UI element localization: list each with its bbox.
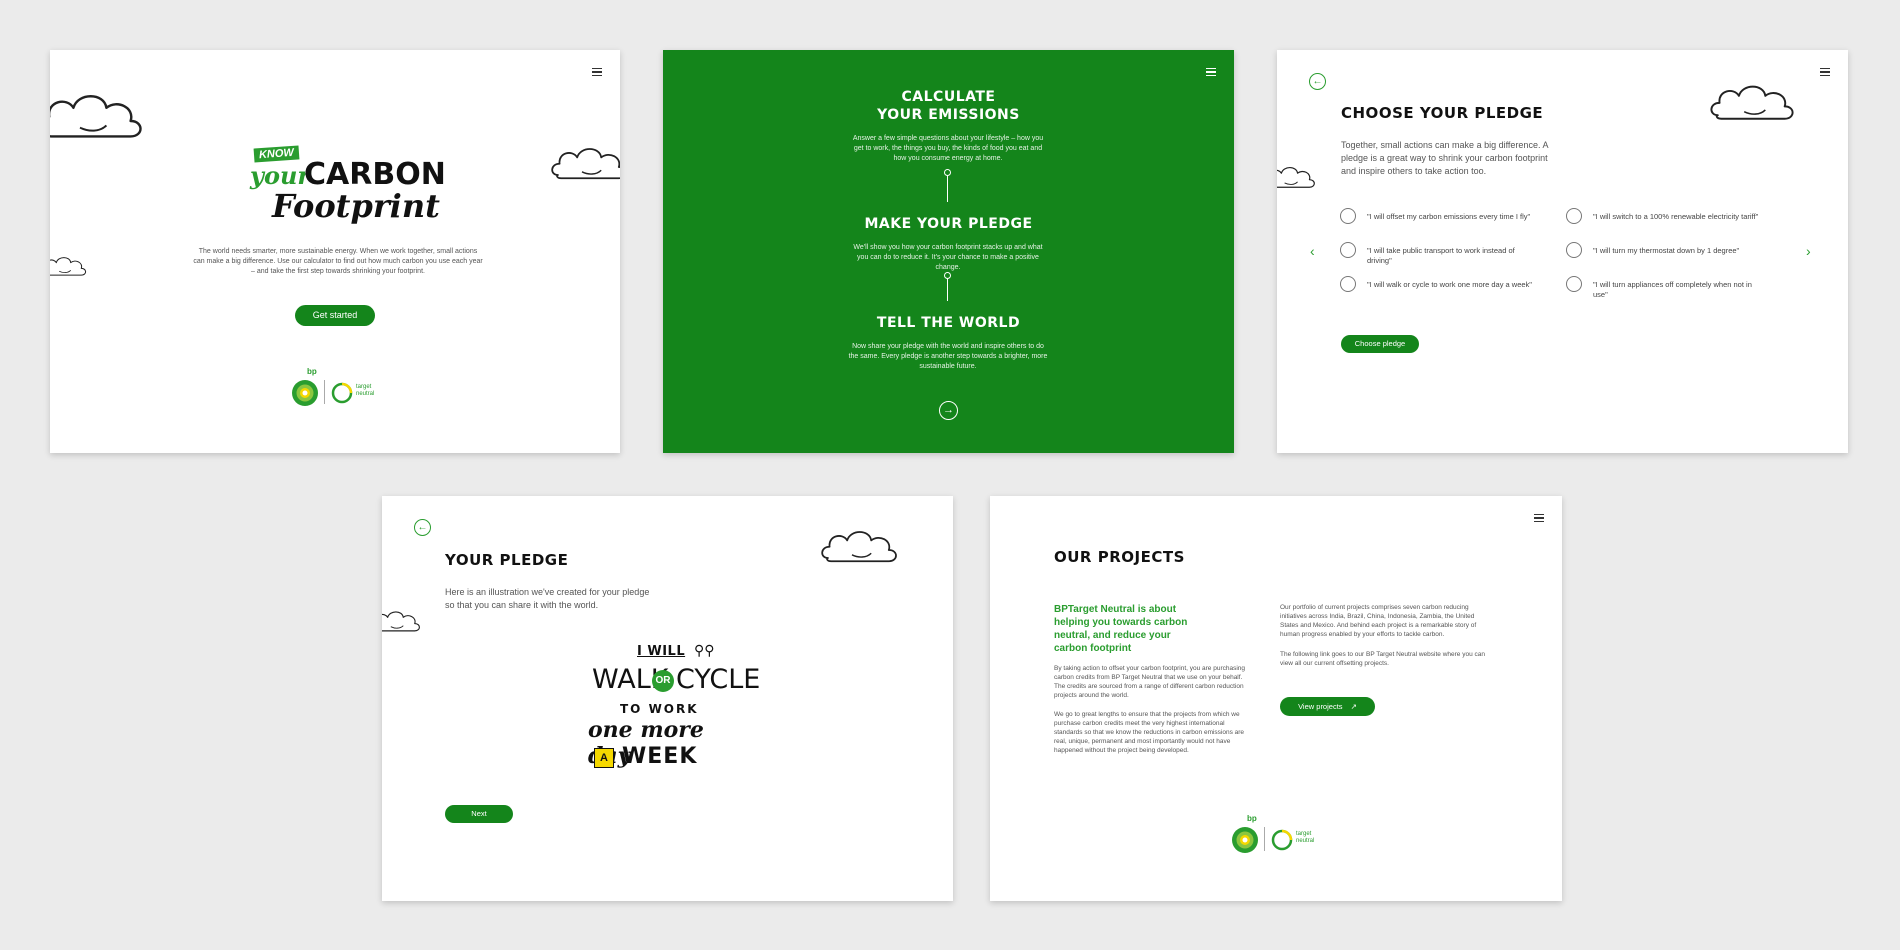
view-projects-button[interactable]: View projects ↗ xyxy=(1280,697,1375,716)
step-connector-dot xyxy=(944,169,951,176)
brand-logos: bp target neutral xyxy=(290,367,390,412)
chevron-right-icon[interactable]: › xyxy=(1806,243,1811,259)
radio-button[interactable] xyxy=(1566,208,1582,224)
radio-button[interactable] xyxy=(1566,242,1582,258)
cloud-icon xyxy=(1710,85,1794,120)
projects-para-3: Our portfolio of current projects compri… xyxy=(1280,604,1477,638)
radio-button[interactable] xyxy=(1340,208,1356,224)
cloud-icon xyxy=(382,611,420,632)
step-calculate-text: Answer a few simple questions about your… xyxy=(852,135,1044,162)
pledge-option-label: "I will offset my carbon emissions every… xyxy=(1367,212,1531,221)
pledge-option[interactable]: "I will walk or cycle to work one more d… xyxy=(1340,276,1540,292)
step-tell-title: TELL THE WORLD xyxy=(876,315,1021,331)
target-neutral-text-2: neutral xyxy=(356,391,375,397)
art-cycle: CYCLE xyxy=(676,664,761,695)
step-connector xyxy=(947,172,948,202)
cloud-icon xyxy=(50,95,142,138)
target-neutral-logo xyxy=(331,382,353,404)
menu-icon[interactable] xyxy=(1534,512,1544,524)
art-line-1: I WILL xyxy=(637,644,686,659)
cloud-icon xyxy=(551,148,620,180)
brand-logos: bp target neutral xyxy=(1230,814,1330,859)
logo-your: your xyxy=(250,161,311,190)
pledge-option-label: "I will take public transport to work in… xyxy=(1367,246,1515,265)
menu-icon[interactable] xyxy=(1206,66,1216,78)
pledge-option-label: "I will turn appliances off completely w… xyxy=(1593,280,1752,299)
cloud-icon xyxy=(50,257,87,276)
bicycle-icon: ⚲⚲ xyxy=(694,642,715,658)
menu-icon[interactable] xyxy=(1820,66,1830,78)
back-arrow-icon[interactable]: ← xyxy=(414,519,431,536)
art-week: WEEK xyxy=(622,744,698,769)
pledge-option-label: "I will switch to a 100% renewable elect… xyxy=(1593,212,1759,221)
logo-divider xyxy=(1264,827,1265,851)
cloud-icon xyxy=(821,531,897,563)
pledge-illustration: I WILL ⚲⚲ WALK OR CYCLE TO WORK one more… xyxy=(582,642,760,774)
bp-wordmark: bp xyxy=(307,367,317,376)
logo-footprint: Footprint xyxy=(272,187,440,225)
get-started-button[interactable]: Get started xyxy=(295,305,375,326)
projects-para-4: The following link goes to our BP Target… xyxy=(1280,651,1485,667)
target-neutral-text-1: target xyxy=(356,384,372,390)
back-arrow-icon[interactable]: ← xyxy=(1309,73,1326,90)
screen-how-it-works: CALCULATE YOUR EMISSIONS Answer a few si… xyxy=(663,50,1234,453)
target-neutral-text-1: target xyxy=(1296,831,1312,837)
art-a: A xyxy=(594,748,614,768)
pledge-option[interactable]: "I will switch to a 100% renewable elect… xyxy=(1566,208,1786,224)
bp-wordmark: bp xyxy=(1247,814,1257,823)
cloud-icon xyxy=(1277,166,1315,188)
step-pledge-text: We'll show you how your carbon footprint… xyxy=(853,244,1043,271)
step-calculate-title: CALCULATE YOUR EMISSIONS xyxy=(663,88,1234,124)
next-button[interactable]: Next xyxy=(445,805,513,823)
projects-lead: BPTarget Neutral is about helping you to… xyxy=(1054,604,1188,654)
screen-your-pledge: ← YOUR PLEDGE Here is an illustration we… xyxy=(382,496,953,901)
art-line-3: TO WORK xyxy=(620,702,699,716)
page-title: OUR PROJECTS xyxy=(1054,548,1185,566)
pledge-intro: Here is an illustration we've created fo… xyxy=(445,587,650,610)
step-connector-dot xyxy=(944,272,951,279)
screen-our-projects: OUR PROJECTS BPTarget Neutral is about h… xyxy=(990,496,1562,901)
pledge-option[interactable]: "I will take public transport to work in… xyxy=(1340,242,1530,266)
menu-icon[interactable] xyxy=(592,66,602,78)
logo-know: KNOW xyxy=(253,145,300,163)
view-projects-label: View projects xyxy=(1298,702,1343,711)
pledge-intro: Together, small actions can make a big d… xyxy=(1341,140,1548,176)
radio-button[interactable] xyxy=(1340,242,1356,258)
target-neutral-text-2: neutral xyxy=(1296,838,1315,844)
step-calculate-title-line2: YOUR EMISSIONS xyxy=(877,107,1020,123)
pledge-option-label: "I will turn my thermostat down by 1 deg… xyxy=(1593,246,1740,255)
radio-button[interactable] xyxy=(1566,276,1582,292)
screen-choose-pledge: ← CHOOSE YOUR PLEDGE Together, small act… xyxy=(1277,50,1848,453)
external-link-icon: ↗ xyxy=(1350,702,1357,711)
projects-para-2: We go to great lengths to ensure that th… xyxy=(1054,711,1245,754)
intro-text: The world needs smarter, more sustainabl… xyxy=(193,248,483,275)
projects-para-1: By taking action to offset your carbon f… xyxy=(1054,665,1246,699)
pledge-option[interactable]: "I will turn my thermostat down by 1 deg… xyxy=(1566,242,1766,258)
pledge-option-label: "I will walk or cycle to work one more d… xyxy=(1367,280,1532,289)
page-title: CHOOSE YOUR PLEDGE xyxy=(1341,104,1544,122)
carbon-footprint-logo: KNOW your CARBON Footprint xyxy=(250,145,450,237)
art-or: OR xyxy=(652,670,674,692)
pledge-option[interactable]: "I will offset my carbon emissions every… xyxy=(1340,208,1540,224)
chevron-left-icon[interactable]: ‹ xyxy=(1310,243,1315,259)
page-title: YOUR PLEDGE xyxy=(445,551,569,569)
choose-pledge-button[interactable]: Choose pledge xyxy=(1341,335,1419,353)
pledge-option[interactable]: "I will turn appliances off completely w… xyxy=(1566,276,1756,300)
radio-button[interactable] xyxy=(1340,276,1356,292)
target-neutral-logo xyxy=(1271,829,1293,851)
bp-helios-logo xyxy=(1232,827,1258,853)
step-calculate-title-line1: CALCULATE xyxy=(901,89,996,105)
forward-arrow-icon[interactable]: → xyxy=(939,401,958,420)
logo-divider xyxy=(324,380,325,404)
step-tell-text: Now share your pledge with the world and… xyxy=(848,343,1048,370)
step-pledge-title: MAKE YOUR PLEDGE xyxy=(864,216,1033,232)
screen-intro: KNOW your CARBON Footprint The world nee… xyxy=(50,50,620,453)
bp-helios-logo xyxy=(292,380,318,406)
